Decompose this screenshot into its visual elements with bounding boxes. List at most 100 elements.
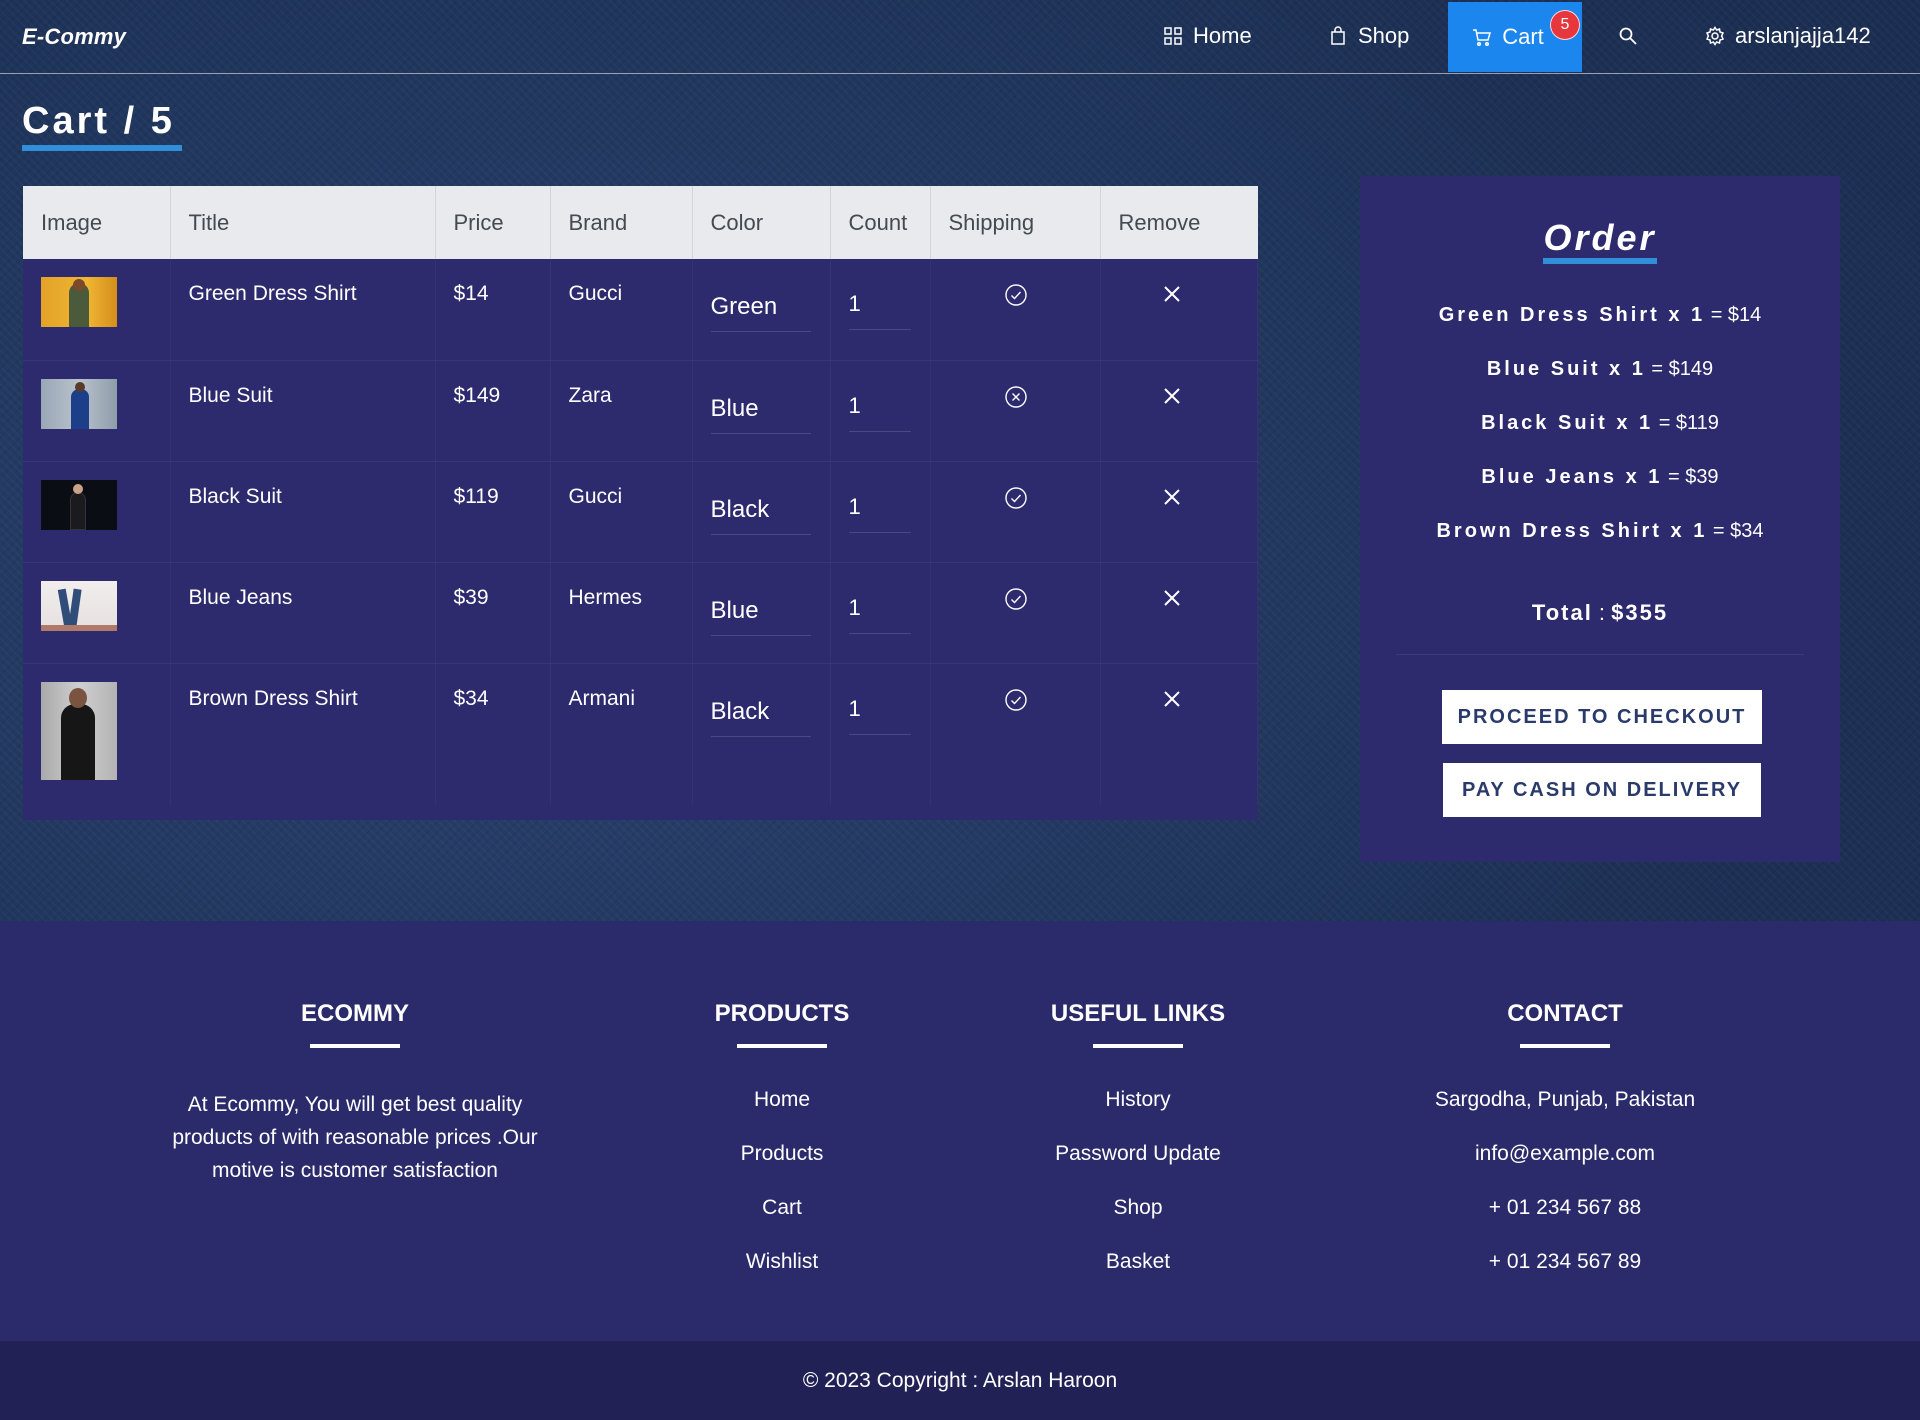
remove-cell — [1100, 259, 1258, 361]
proceed-to-checkout-button[interactable]: PROCEED TO CHECKOUT — [1442, 690, 1762, 744]
nav-shop[interactable]: Shop — [1328, 0, 1409, 72]
footer-link[interactable]: Basket — [1038, 1250, 1238, 1304]
close-icon[interactable] — [1161, 486, 1183, 508]
product-image — [41, 479, 117, 530]
footer-link[interactable]: Products — [682, 1142, 882, 1196]
shipping-cell — [930, 461, 1101, 563]
contact-phone: + 01 234 567 88 — [1488, 1196, 1642, 1219]
product-brand: Gucci — [568, 484, 623, 508]
footer-about: ECOMMY At Ecommy, You will get best qual… — [155, 1000, 555, 1187]
footer-link[interactable]: Shop — [1038, 1196, 1238, 1250]
x-circle-icon — [1004, 385, 1027, 408]
pay-cash-on-delivery-button[interactable]: PAY CASH ON DELIVERY — [1443, 763, 1761, 817]
brand-cell: Hermes — [550, 562, 693, 664]
product-title[interactable]: Green Dress Shirt — [189, 259, 435, 306]
cart-count-badge: 5 — [1550, 10, 1580, 40]
color-select[interactable]: Black — [710, 496, 811, 535]
check-circle-icon — [1004, 587, 1027, 610]
order-total: Total : $355 — [1360, 600, 1840, 626]
order-total-label: Total — [1531, 600, 1593, 625]
price-cell: $149 — [435, 360, 551, 462]
order-title: Order — [1543, 218, 1657, 264]
image-cell — [23, 360, 171, 462]
count-input[interactable]: 1 — [848, 393, 911, 432]
grid-icon — [1164, 27, 1182, 45]
color-cell: Black — [692, 663, 831, 805]
footer-products: PRODUCTS Home Products Cart Wishlist — [682, 1000, 882, 1304]
order-line-item: Blue Suit x 1 — [1486, 358, 1646, 380]
product-brand: Armani — [568, 686, 636, 710]
brand-cell: Armani — [550, 663, 693, 805]
nav-username: arslanjajja142 — [1735, 23, 1871, 48]
product-image — [41, 277, 117, 327]
nav-cart[interactable]: Cart 5 — [1448, 2, 1582, 72]
color-select[interactable]: Blue — [710, 395, 811, 434]
footer-link[interactable]: Wishlist — [682, 1250, 882, 1304]
search-button[interactable] — [1618, 0, 1638, 72]
shopping-bag-icon — [1331, 26, 1345, 45]
order-line-amount: = $119 — [1658, 412, 1719, 434]
product-title[interactable]: Brown Dress Shirt — [189, 664, 435, 711]
title-cell: Blue Suit — [170, 360, 436, 462]
image-cell — [23, 663, 171, 805]
product-title[interactable]: Blue Jeans — [189, 563, 435, 610]
close-icon[interactable] — [1161, 587, 1183, 609]
order-summary-panel: Order Green Dress Shirt x 1 = $14 Blue S… — [1360, 176, 1840, 862]
brand-cell: Zara — [550, 360, 693, 462]
shipping-cell — [930, 259, 1101, 361]
brand-logo[interactable]: E-Commy — [22, 24, 126, 50]
remove-cell — [1100, 360, 1258, 462]
nav-shop-label: Shop — [1358, 23, 1410, 48]
table-row: Black Suit $119 Gucci Black 1 — [23, 461, 1258, 563]
order-line-item: Blue Jeans x 1 — [1481, 466, 1663, 488]
product-title[interactable]: Black Suit — [189, 462, 435, 509]
order-total-value: $355 — [1611, 600, 1669, 625]
order-line-item: Black Suit x 1 — [1481, 412, 1654, 434]
header-count: Count — [830, 186, 931, 259]
nav-user-menu[interactable]: arslanjajja142 — [1705, 0, 1871, 72]
footer-link[interactable]: Home — [682, 1088, 882, 1142]
close-icon[interactable] — [1161, 688, 1183, 710]
order-line: Brown Dress Shirt x 1 = $34 — [1360, 520, 1840, 543]
cart-icon — [1473, 29, 1492, 47]
product-brand: Gucci — [568, 282, 623, 305]
product-title[interactable]: Blue Suit — [189, 361, 435, 408]
color-cell: Blue — [692, 562, 831, 664]
title-cell: Brown Dress Shirt — [170, 663, 436, 805]
image-cell — [23, 461, 171, 563]
price-cell: $39 — [435, 562, 551, 664]
footer-link[interactable]: History — [1038, 1088, 1238, 1142]
product-price: $119 — [453, 484, 499, 508]
color-select[interactable]: Green — [710, 293, 811, 332]
color-select[interactable]: Blue — [710, 597, 811, 636]
product-image — [41, 580, 117, 631]
cart-table-container: Image Title Price Brand Color Count Ship… — [23, 186, 1258, 820]
count-input[interactable]: 1 — [848, 595, 911, 634]
footer-link[interactable]: Cart — [682, 1196, 882, 1250]
count-input[interactable]: 1 — [848, 291, 911, 330]
remove-cell — [1100, 663, 1258, 805]
table-row: Blue Jeans $39 Hermes Blue 1 — [23, 562, 1258, 664]
product-price: $149 — [453, 383, 501, 407]
header-color: Color — [692, 186, 831, 259]
count-input[interactable]: 1 — [848, 696, 911, 735]
color-select[interactable]: Black — [710, 698, 811, 737]
count-input[interactable]: 1 — [848, 494, 911, 533]
nav-home[interactable]: Home — [1163, 0, 1252, 72]
product-brand: Zara — [568, 383, 612, 407]
header-image: Image — [23, 186, 171, 259]
gear-icon — [1705, 26, 1725, 46]
count-cell: 1 — [830, 663, 931, 805]
order-line-item: Green Dress Shirt x 1 — [1438, 304, 1706, 326]
contact-phone: + 01 234 567 89 — [1488, 1250, 1642, 1273]
product-price: $14 — [453, 282, 489, 305]
color-cell: Green — [692, 259, 831, 361]
color-cell: Black — [692, 461, 831, 563]
contact-email: info@example.com — [1474, 1142, 1656, 1165]
brand-cell: Gucci — [550, 259, 693, 361]
order-line-amount: = $14 — [1710, 304, 1762, 326]
close-icon[interactable] — [1161, 283, 1183, 305]
nav-home-label: Home — [1193, 23, 1252, 48]
close-icon[interactable] — [1161, 385, 1183, 407]
footer-link[interactable]: Password Update — [1038, 1142, 1238, 1196]
